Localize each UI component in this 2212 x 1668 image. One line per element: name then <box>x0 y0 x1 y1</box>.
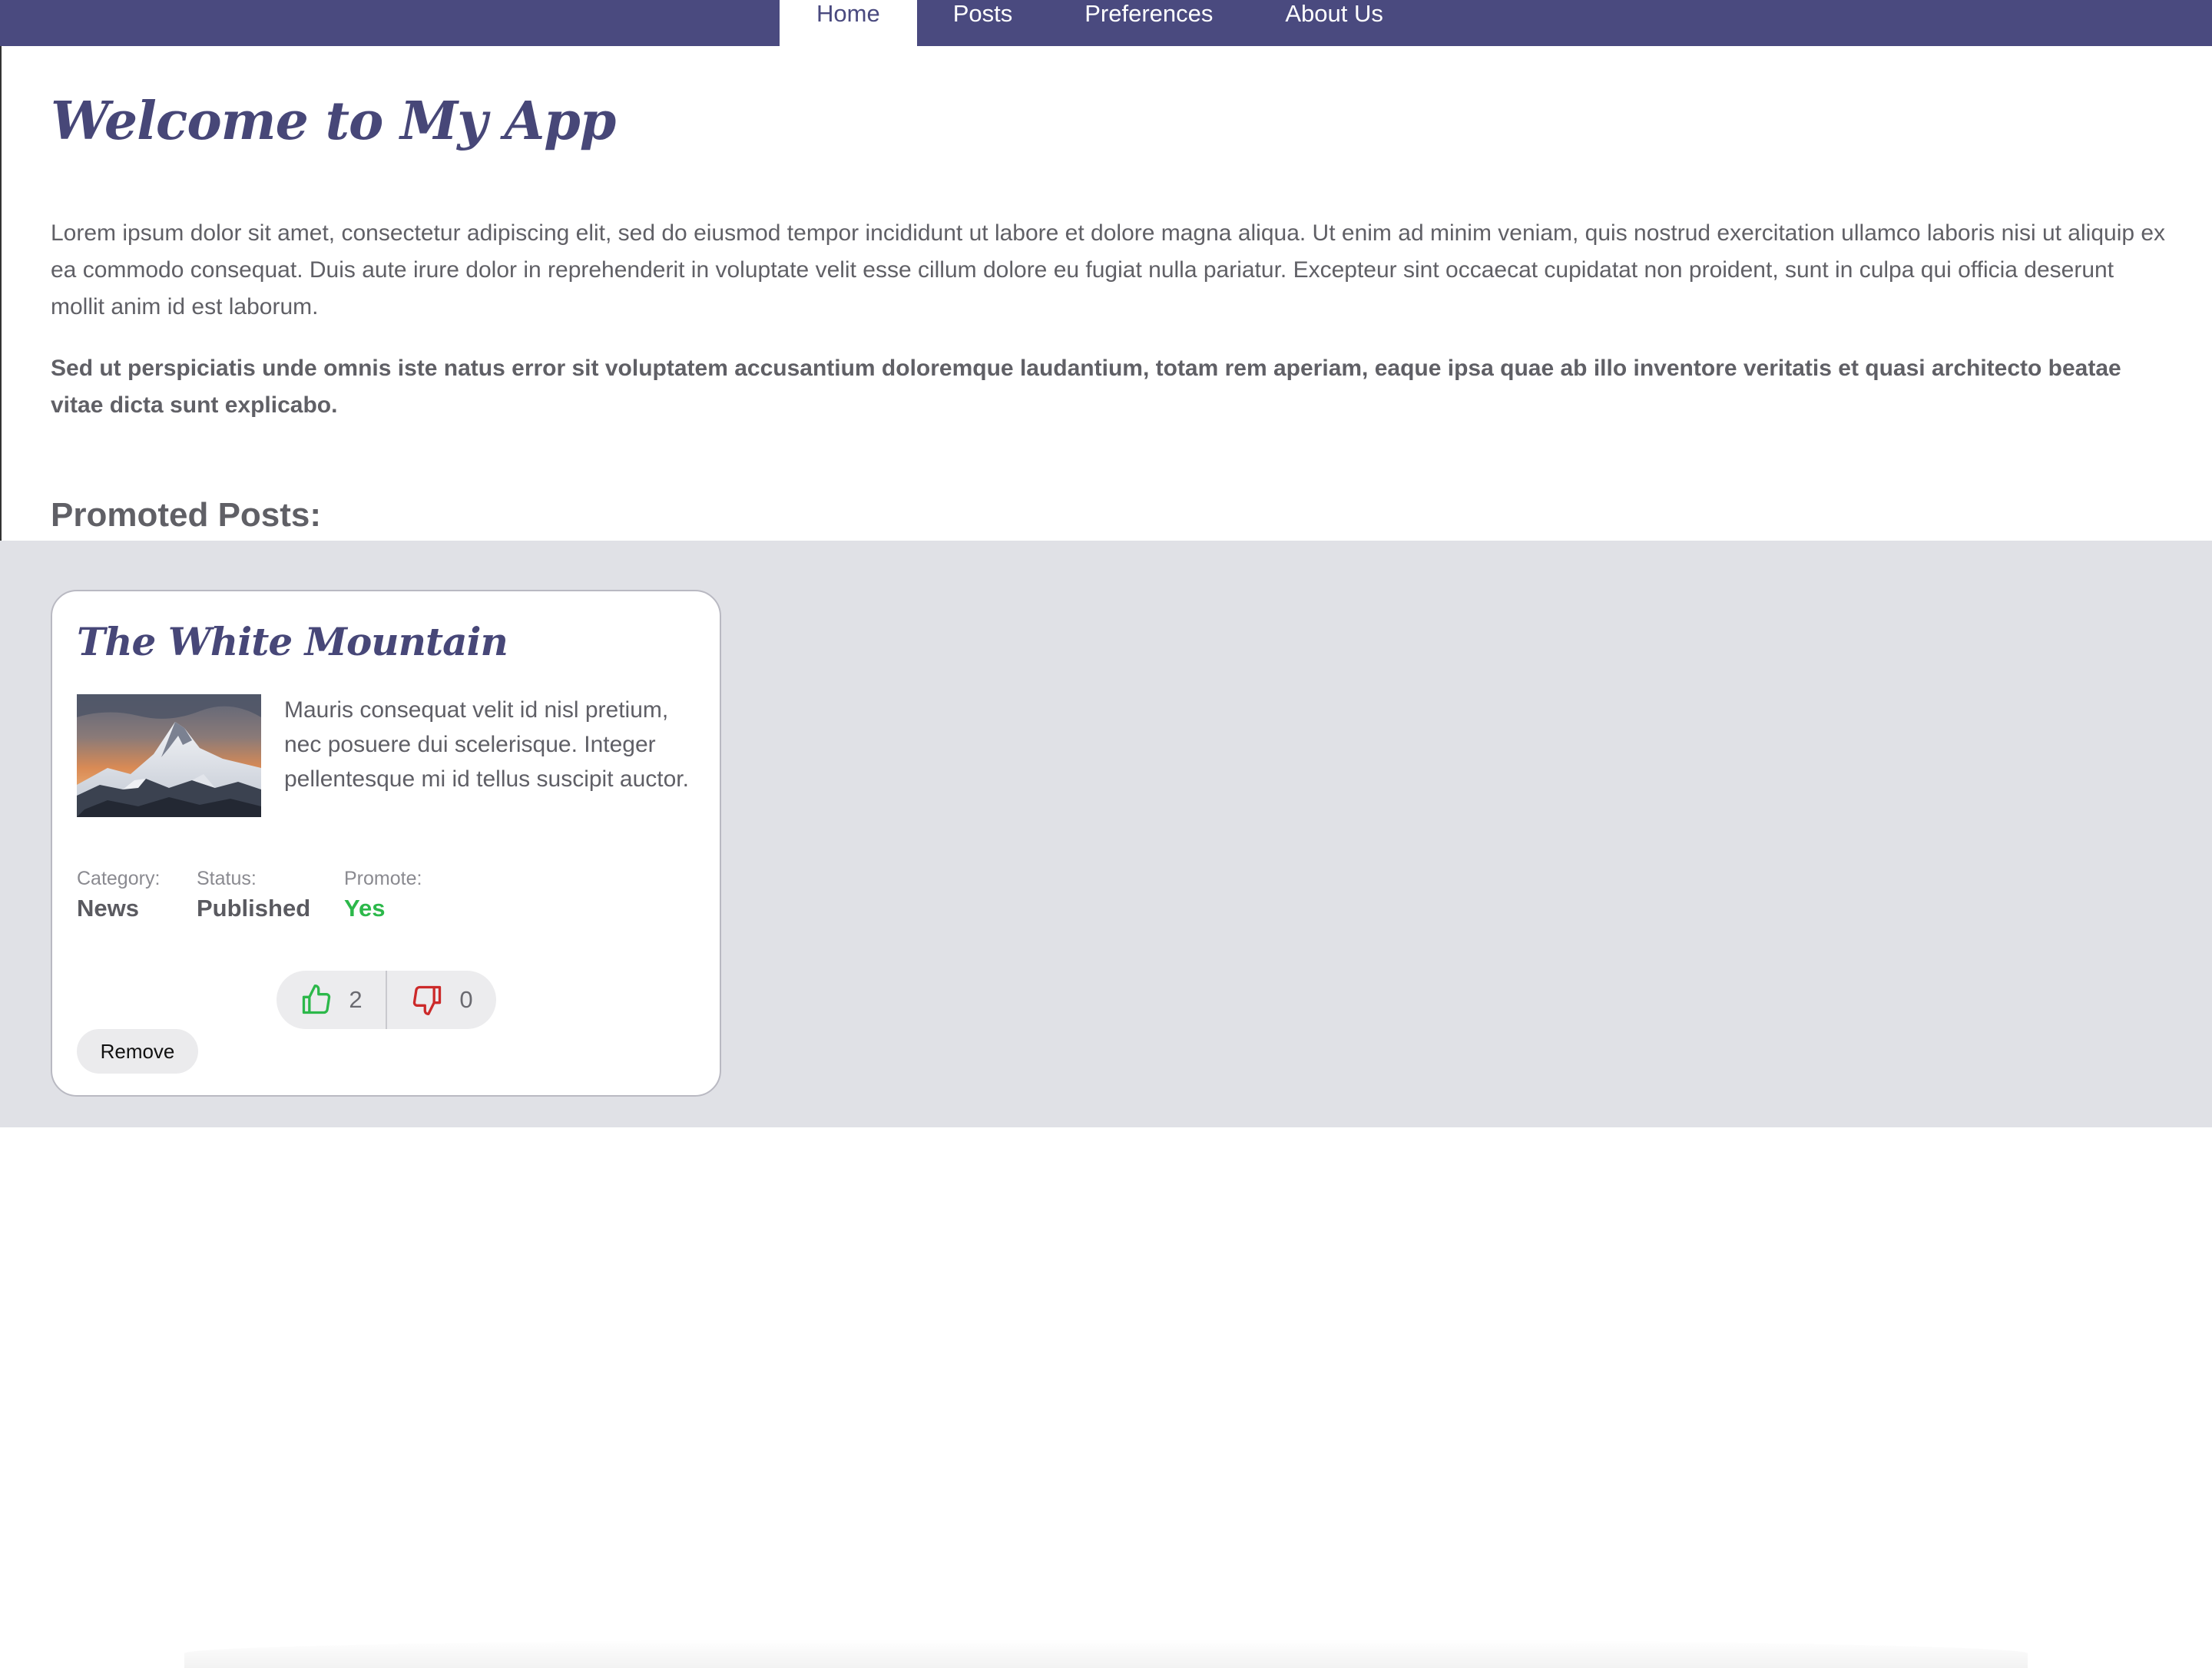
intro-paragraph: Lorem ipsum dolor sit amet, consectetur … <box>51 220 2166 319</box>
vote-controls: 2 0 <box>276 971 496 1029</box>
status-label: Status: <box>197 868 257 889</box>
dislike-button[interactable]: 0 <box>387 971 496 1029</box>
content-left-border <box>0 46 2 541</box>
nav-tab-about-us[interactable]: About Us <box>1249 0 1419 46</box>
like-button[interactable]: 2 <box>276 971 386 1029</box>
status-value: Published <box>197 895 311 922</box>
remove-button[interactable]: Remove <box>77 1029 198 1074</box>
post-thumbnail <box>77 694 261 817</box>
post-title: The White Mountain <box>77 619 508 664</box>
nav-tab-posts[interactable]: Posts <box>917 0 1049 46</box>
post-category: Category: News <box>77 868 160 922</box>
promoted-posts-area: The White Mountain Mauris consequat veli… <box>0 541 2212 1668</box>
nav-tab-preferences[interactable]: Preferences <box>1048 0 1249 46</box>
thumbs-up-icon <box>303 985 331 1014</box>
promote-label: Promote: <box>344 868 422 889</box>
dislike-count: 0 <box>459 986 473 1013</box>
mountain-image-icon <box>77 694 261 817</box>
thumbs-down-icon <box>413 985 442 1015</box>
nav-tab-home[interactable]: Home <box>780 0 917 46</box>
category-label: Category: <box>77 868 161 889</box>
top-nav-bar: Home Posts Preferences About Us <box>0 0 2212 46</box>
post-promote: Promote: Yes <box>344 868 422 922</box>
category-value: News <box>77 895 139 922</box>
page-title: Welcome to My App <box>51 91 616 152</box>
main-nav: Home Posts Preferences About Us <box>780 0 1419 46</box>
post-excerpt: Mauris consequat velit id nisl pretium, … <box>284 697 689 792</box>
post-card: The White Mountain Mauris consequat veli… <box>51 590 721 1097</box>
like-count: 2 <box>349 986 363 1013</box>
intro-bold-paragraph: Sed ut perspiciatis unde omnis iste natu… <box>51 356 2121 418</box>
promoted-posts-heading: Promoted Posts: <box>51 496 322 534</box>
post-status: Status: Published <box>197 868 310 922</box>
promote-value: Yes <box>344 895 386 922</box>
bottom-shadow <box>184 1639 2028 1668</box>
